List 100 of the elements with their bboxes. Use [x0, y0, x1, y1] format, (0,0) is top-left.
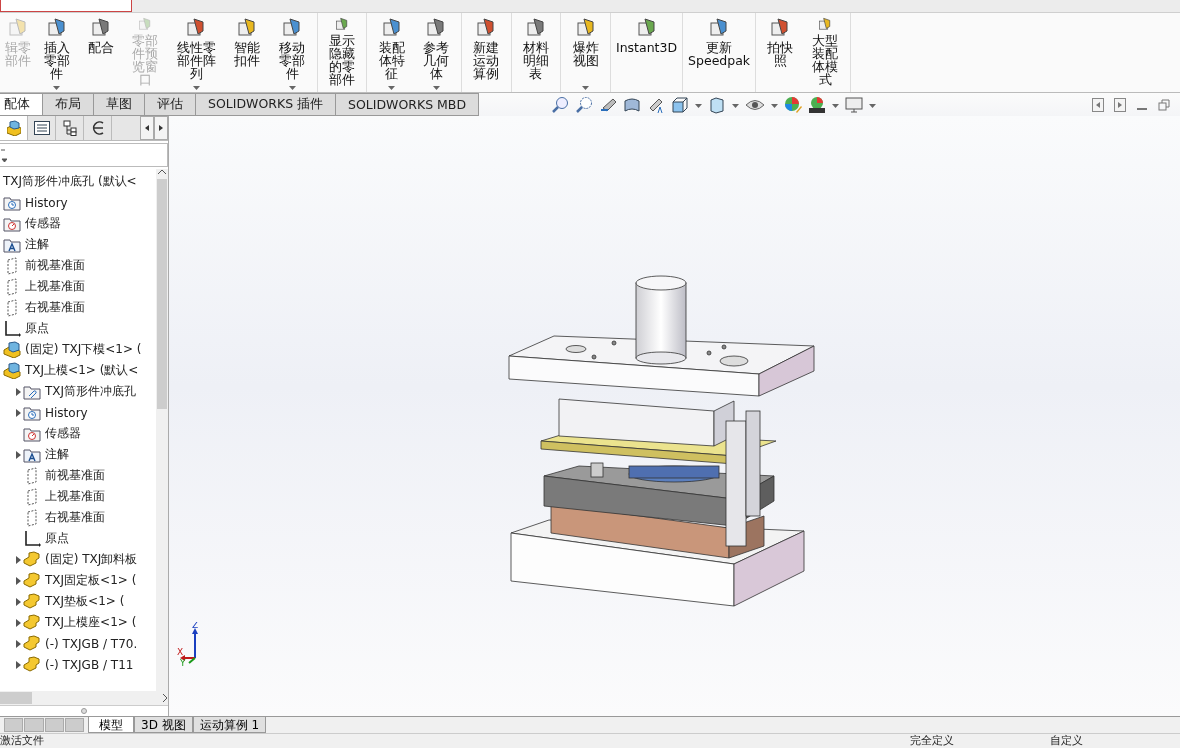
tree-item[interactable]: TXJ筒形件冲底孔: [45, 383, 137, 400]
caret-icon[interactable]: [732, 103, 740, 108]
ribbon-button[interactable]: 参考几何体: [414, 13, 459, 92]
horizontal-scrollbar[interactable]: [0, 691, 168, 705]
expand-arrow-icon[interactable]: [15, 660, 21, 669]
caret-icon[interactable]: [288, 86, 296, 90]
origin-axes-icon: [23, 529, 41, 548]
command-tab[interactable]: 配体: [0, 93, 43, 115]
tree-item[interactable]: (固定) TXJ下模<1> (: [25, 341, 142, 358]
tree-item[interactable]: 前视基准面: [45, 467, 105, 484]
ribbon-button[interactable]: 移动零部件: [269, 13, 315, 92]
tree-item[interactable]: TXJ上模<1> (默认<: [25, 362, 139, 379]
tree-item[interactable]: 注解: [45, 446, 69, 463]
left-arrow-icon: [145, 125, 149, 131]
tree-diagram-icon: [62, 120, 77, 136]
toolbar-tool-icon: [380, 17, 403, 39]
section-view-icon[interactable]: [623, 95, 642, 114]
feature-tree-tab[interactable]: [0, 116, 28, 140]
command-tab[interactable]: 草图: [94, 93, 145, 115]
panel-left-icon[interactable]: [1092, 97, 1104, 112]
caret-icon[interactable]: [771, 103, 779, 108]
assembly-icon: [3, 362, 21, 379]
tree-item[interactable]: 右视基准面: [25, 299, 85, 316]
ribbon-button[interactable]: 爆炸视图: [563, 13, 608, 92]
tree-item[interactable]: TXJ上模座<1> (: [45, 614, 137, 631]
tree-item[interactable]: History: [25, 195, 68, 210]
filter-field[interactable]: [0, 143, 168, 167]
command-tab[interactable]: 评估: [145, 93, 196, 115]
zoom-area-icon[interactable]: [575, 95, 594, 114]
ribbon-button[interactable]: Instant3D: [613, 13, 681, 92]
tree-item[interactable]: (-) TXJGB / T11: [45, 657, 134, 672]
view-tab[interactable]: 模型: [88, 717, 134, 733]
axis-label: Y: [180, 658, 186, 666]
tree-item[interactable]: (-) TXJGB / T70.: [45, 636, 138, 651]
caret-icon[interactable]: [832, 103, 840, 108]
expand-arrow-icon[interactable]: [15, 597, 21, 606]
ribbon-button[interactable]: 配合: [79, 13, 123, 92]
expand-arrow-icon[interactable]: [15, 576, 21, 585]
scene-icon[interactable]: [808, 95, 827, 114]
tree-item[interactable]: TXJ固定板<1> (: [45, 572, 137, 589]
tree-item[interactable]: 原点: [45, 530, 69, 547]
tree-item[interactable]: 原点: [25, 320, 49, 337]
expand-arrow-icon[interactable]: [15, 639, 21, 648]
expand-arrow-icon[interactable]: [15, 555, 21, 564]
scroll-right-button[interactable]: [154, 116, 168, 140]
appearance-icon[interactable]: [784, 95, 803, 114]
ribbon-button[interactable]: 新建运动算例: [463, 13, 509, 92]
clock-folder-icon: [23, 404, 41, 421]
command-tab[interactable]: SOLIDWORKS MBD: [336, 93, 480, 115]
view-tab[interactable]: 运动算例 1: [192, 717, 267, 733]
ribbon-button[interactable]: 线性零部件阵列: [167, 13, 225, 92]
ribbon-button[interactable]: 拍快照: [758, 13, 803, 92]
expand-arrow-icon[interactable]: [15, 618, 21, 627]
caret-icon[interactable]: [192, 86, 200, 90]
ribbon-button[interactable]: 装配体特征: [369, 13, 414, 92]
eye-icon[interactable]: [745, 97, 766, 112]
tree-item[interactable]: 传感器: [45, 425, 81, 442]
caret-icon[interactable]: [869, 103, 877, 108]
tree-item[interactable]: TXJ垫板<1> (: [45, 593, 125, 610]
caret-icon[interactable]: [432, 86, 440, 90]
splitter-handle-icon[interactable]: [81, 708, 87, 714]
command-tab[interactable]: 布局: [43, 93, 94, 115]
expand-arrow-icon[interactable]: [15, 450, 21, 459]
part-icon: [23, 593, 41, 610]
ribbon-button[interactable]: 智能扣件: [225, 13, 270, 92]
view-cube-icon[interactable]: [671, 95, 690, 114]
tree-item[interactable]: 注解: [25, 236, 49, 253]
expand-arrow-icon[interactable]: [15, 408, 21, 417]
caret-icon[interactable]: [582, 86, 590, 90]
tree-item[interactable]: 传感器: [25, 215, 61, 232]
gauge-folder-icon: [23, 425, 41, 442]
vertical-scrollbar[interactable]: [156, 169, 168, 691]
caret-icon[interactable]: [53, 86, 61, 90]
scroll-left-button[interactable]: [140, 116, 154, 140]
scrollbar-thumb[interactable]: [0, 692, 32, 704]
part-icon: [23, 635, 41, 652]
view-tab[interactable]: 3D 视图: [134, 717, 193, 733]
panel-right-icon[interactable]: [1114, 97, 1126, 112]
tree-item[interactable]: 上视基准面: [25, 278, 85, 295]
ribbon-button[interactable]: 显示隐藏的零部件: [319, 13, 365, 92]
ribbon-button[interactable]: 材料明细表: [513, 13, 559, 92]
letter-folder-icon: [23, 446, 41, 463]
expand-arrow-icon[interactable]: [15, 387, 21, 396]
caret-icon[interactable]: [695, 103, 703, 108]
ribbon-button[interactable]: 插入零部件: [34, 13, 79, 92]
scrollbar-thumb[interactable]: [157, 179, 167, 409]
display-style-icon[interactable]: [708, 95, 727, 114]
command-tab[interactable]: SOLIDWORKS 插件: [196, 93, 337, 115]
ribbon-button[interactable]: 大型装配体模式: [802, 13, 848, 92]
tree-item[interactable]: TXJ筒形件冲底孔 (默认<: [3, 173, 137, 190]
zoom-fit-icon[interactable]: [551, 95, 570, 114]
caret-icon[interactable]: [388, 86, 396, 90]
tree-item[interactable]: 前视基准面: [25, 257, 85, 274]
ribbon-button[interactable]: 更新 Speedpak: [685, 13, 754, 92]
restore-icon[interactable]: [1158, 98, 1170, 111]
tree-item[interactable]: 上视基准面: [45, 488, 105, 505]
tree-item[interactable]: (固定) TXJ卸料板: [45, 551, 138, 568]
monitor-icon[interactable]: [845, 96, 864, 113]
tree-item[interactable]: History: [45, 405, 88, 420]
tree-item[interactable]: 右视基准面: [45, 509, 105, 526]
